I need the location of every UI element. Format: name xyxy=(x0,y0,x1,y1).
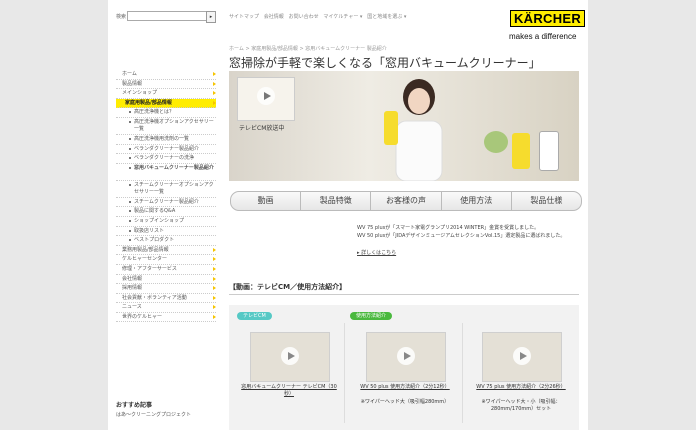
column-divider xyxy=(344,323,345,423)
play-icon[interactable] xyxy=(281,347,299,365)
page-title: 窓掃除が手軽で楽しくなる「窓用バキュームクリーナー」 xyxy=(229,56,541,70)
tab-video[interactable]: 動画 xyxy=(231,192,302,210)
section-divider xyxy=(229,294,579,295)
video-note-wv50: ※ワイパーへッド大（吸引幅280mm） xyxy=(360,399,450,405)
sidebar-item[interactable]: 採用情報 xyxy=(116,284,216,294)
woman-illustration xyxy=(384,79,443,181)
top-nav: サイトマップ 会社情報 お問い合わせ マイケルチャー ▾ 国と地域を選ぶ ▾ xyxy=(229,14,407,20)
top-nav-region[interactable]: 国と地域を選ぶ xyxy=(367,14,402,20)
sidebar-item[interactable]: スチームクリーナーオプションアクセサリー一覧 xyxy=(116,181,216,198)
video-thumbnail-wv75[interactable] xyxy=(482,332,562,382)
video-thumbnail-cm[interactable] xyxy=(250,332,330,382)
pill-usage: 使用方法紹介 xyxy=(350,312,393,320)
video-caption-wv75[interactable]: WV 75 plus 使用方法紹介（2分26秒） xyxy=(469,384,573,391)
news-item[interactable]: WV 50 plusが「JIDAデザインミュージアムセレクションVol.15」選… xyxy=(357,232,565,240)
sidebar-item[interactable]: ショップインショップ xyxy=(116,217,216,227)
recommend-title: おすすめ記事 xyxy=(116,402,153,409)
video-section-title: 【動画：テレビCM／使用方法紹介】 xyxy=(229,283,347,291)
sidebar-item[interactable]: 取扱店リスト xyxy=(116,227,216,237)
video-caption-cm[interactable]: 窓用バキュームクリーナー テレビCM（30秒） xyxy=(241,384,337,398)
sidebar-item[interactable]: 社会貢献・ボランティア活動 xyxy=(116,294,216,304)
video-link[interactable]: WV 50 plus 使用方法紹介（2分12秒） xyxy=(360,384,449,390)
sidebar-item[interactable]: スチームクリーナー製品紹介 xyxy=(116,198,216,208)
top-nav-mykaercher[interactable]: マイケルチャー xyxy=(323,14,358,20)
tv-cm-caption: テレビCM放送中 xyxy=(239,125,285,132)
sidebar-item[interactable]: ニュース xyxy=(116,303,216,313)
plant-decoration xyxy=(484,131,508,153)
kaercher-logo[interactable]: KÄRCHER xyxy=(510,10,585,27)
sidebar-item[interactable]: 製品情報 xyxy=(116,80,216,90)
sidebar-item[interactable]: ベランダクリーナーの洗浄 xyxy=(116,154,216,164)
brand-tagline: makes a difference xyxy=(509,32,577,41)
sidebar-item[interactable]: ホーム xyxy=(116,70,216,80)
pill-tv-cm: テレビCM xyxy=(237,312,272,320)
top-nav-contact[interactable]: お問い合わせ xyxy=(289,14,319,20)
column-divider xyxy=(462,323,463,423)
tab-customer-voice[interactable]: お客様の声 xyxy=(371,192,442,210)
video-gallery: テレビCM 使用方法紹介 窓用バキュームクリーナー テレビCM（30秒） WV … xyxy=(229,305,579,430)
video-note-wv75: ※ワイパーへッド大・小（吸引幅：280mm/170mm）セット xyxy=(481,399,561,412)
sidebar-item[interactable]: 業務用製品/部品情報 xyxy=(116,246,216,256)
hero-banner: テレビCM放送中 xyxy=(229,71,579,181)
sidebar-item[interactable]: 高圧洗浄機オプションアクセサリー一覧 xyxy=(116,118,216,135)
video-link[interactable]: 窓用バキュームクリーナー テレビCM（30秒） xyxy=(241,384,337,397)
search-button[interactable]: ▸ xyxy=(206,11,216,23)
play-icon[interactable] xyxy=(257,87,275,105)
sidebar-item[interactable]: 窓用バキュームクリーナー製品紹介 xyxy=(116,164,216,181)
left-navigation: ホーム 製品情報 メインショップ 家庭用製品/部品情報 高圧洗浄機とは？ 高圧洗浄機オプシ… xyxy=(116,70,216,323)
news-item[interactable]: WV 75 plusが「スマート家電グランプリ2014 WINTER」金賞を受賞… xyxy=(357,224,565,232)
breadcrumb[interactable]: ホーム > 家庭用製品/部品情報 > 窓用バキュームクリーナー 製品紹介 xyxy=(229,45,387,52)
video-thumbnail-wv50[interactable] xyxy=(366,332,446,382)
video-link[interactable]: WV 75 plus 使用方法紹介（2分26秒） xyxy=(476,384,565,390)
video-caption-wv50[interactable]: WV 50 plus 使用方法紹介（2分12秒） xyxy=(351,384,459,391)
play-icon[interactable] xyxy=(397,347,415,365)
sidebar-item[interactable]: ベランダクリーナー製品紹介 xyxy=(116,145,216,155)
sidebar-item[interactable]: 世界のケルヒャー xyxy=(116,313,216,323)
recommend-item[interactable]: はあ〜クリーニングプロジェクト xyxy=(116,411,191,418)
sidebar-item[interactable]: 製品に関するQ&A xyxy=(116,207,216,217)
tab-usage[interactable]: 使用方法 xyxy=(442,192,512,210)
sidebar-item[interactable]: 高圧洗浄機とは？ xyxy=(116,108,216,118)
product-yellow-device xyxy=(512,133,530,169)
sidebar-item[interactable]: 会社情報 xyxy=(116,275,216,285)
search-input[interactable] xyxy=(127,11,207,21)
news-more-link[interactable]: ▸ 詳しくはこちら xyxy=(357,249,396,256)
tab-specs[interactable]: 製品仕様 xyxy=(512,192,581,210)
product-tabs: 動画 製品特徴 お客様の声 使用方法 製品仕様 xyxy=(230,191,582,211)
product-white-device xyxy=(539,131,559,171)
search-label: 検索 xyxy=(116,14,127,20)
sidebar-item[interactable]: メインショップ xyxy=(116,89,216,99)
news-more-label[interactable]: 詳しくはこちら xyxy=(361,250,396,256)
sidebar-item[interactable]: 家庭用製品/部品情報 xyxy=(116,98,216,109)
sidebar-item[interactable]: 修理・アフターサービス xyxy=(116,265,216,275)
top-nav-company[interactable]: 会社情報 xyxy=(264,14,284,20)
news-list: WV 75 plusが「スマート家電グランプリ2014 WINTER」金賞を受賞… xyxy=(357,224,565,240)
sidebar-item[interactable]: 高圧洗浄機用洗剤の一覧 xyxy=(116,135,216,145)
tab-features[interactable]: 製品特徴 xyxy=(301,192,372,210)
sidebar-item[interactable]: ベストプロダクト xyxy=(116,236,216,246)
play-icon[interactable] xyxy=(513,347,531,365)
top-nav-sitemap[interactable]: サイトマップ xyxy=(229,14,259,20)
sidebar-item[interactable]: ケルヒャーセンター xyxy=(116,255,216,265)
